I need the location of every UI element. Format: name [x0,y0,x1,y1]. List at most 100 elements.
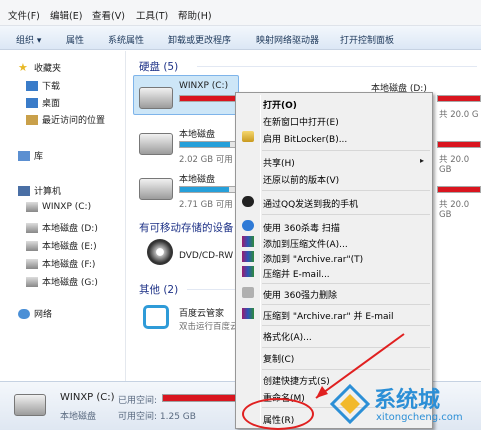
menu-separator [262,214,430,215]
menu-gutter [260,95,261,426]
nav-recent[interactable]: 最近访问的位置 [26,113,105,126]
menu-edit[interactable]: 编辑(E) [50,8,82,22]
removable-group-header[interactable]: 有可移动存储的设备 [139,220,234,235]
star-icon: ★ [18,60,28,74]
menu-separator [262,304,430,305]
properties-button[interactable]: 属性 [66,33,84,46]
menu-file[interactable]: 文件(F) [8,8,40,22]
menu-separator [262,150,430,151]
system-properties-button[interactable]: 系统属性 [108,33,144,46]
menu-open-new-window[interactable]: 在新窗口中打开(E) [263,115,339,128]
nav-desktop[interactable]: 桌面 [26,96,60,109]
group-divider [197,66,477,67]
menu-copy[interactable]: 复制(C) [263,352,294,365]
control-panel-button[interactable]: 打开控制面板 [340,33,394,46]
details-used-label: 已用空间: [118,396,158,406]
drive-3-usage-bar [179,141,237,148]
drive-d-usage-bar [437,95,481,102]
menu-open[interactable]: 打开(O) [263,98,297,111]
hdd-group-header[interactable]: 硬盘 (5) [139,59,178,74]
winrar-icon [242,251,254,262]
nav-favorites[interactable]: ★ 收藏夹 [18,60,61,75]
baidu-cloud-icon [143,305,169,329]
nav-drive-e[interactable]: 本地磁盘 (E:) [26,239,97,252]
watermark-text: 系统城 [374,388,441,413]
watermark-url: xitongcheng.com [376,412,463,423]
nav-drive-d[interactable]: 本地磁盘 (D:) [26,221,98,234]
nav-computer[interactable]: 计算机 [18,184,61,197]
details-usage-bar [162,394,236,402]
nav-drive-c[interactable]: WINXP (C:) [26,202,91,212]
menu-help[interactable]: 帮助(H) [178,8,212,22]
map-drive-button[interactable]: 映射网络驱动器 [256,33,319,46]
bitlocker-shield-icon [242,131,254,142]
drive-icon [26,258,38,269]
dvd-drive-icon [147,239,173,265]
drive-usage-bar [437,186,481,193]
drive-3-free: 2.02 GB 可用 [179,155,233,165]
drive-icon [139,178,173,200]
drive-c-name: WINXP (C:) [179,81,229,91]
library-icon [18,150,30,161]
recent-places-icon [26,114,38,125]
other-group-header[interactable]: 其他 (2) [139,282,178,297]
drive-c-usage-bar [179,95,237,102]
360-antivirus-icon [242,220,254,231]
menu-360-delete[interactable]: 使用 360强力删除 [263,288,337,301]
drive-free-right: 共 20.0 GB [439,155,470,175]
uninstall-button[interactable]: 卸载或更改程序 [168,33,231,46]
menu-view[interactable]: 查看(V) [92,8,125,22]
nav-downloads[interactable]: 下载 [26,79,60,92]
drive-icon [139,133,173,155]
drive-usage-bar [437,141,481,148]
details-free-space: 可用空间: 1.25 GB [118,412,196,422]
drive-4-usage-bar [179,186,237,193]
menu-add-archive[interactable]: 添加到压缩文件(A)... [263,237,348,250]
details-drive-name: WINXP (C:) [60,392,115,403]
menu-compress-rar-email[interactable]: 压缩到 "Archive.rar" 并 E-mail [263,309,394,322]
desktop-icon [26,97,38,108]
computer-icon [18,185,30,196]
nav-network[interactable]: 网络 [18,307,52,320]
shredder-icon [242,287,254,298]
group-divider [187,289,235,290]
baidu-cloud-name[interactable]: 百度云管家 [179,306,224,319]
nav-library[interactable]: 库 [18,149,43,162]
nav-drive-g[interactable]: 本地磁盘 (G:) [26,275,98,288]
menu-360-scan[interactable]: 使用 360杀毒 扫描 [263,221,340,234]
watermark: 系统城 xitongcheng.com [326,380,481,430]
drive-4-name[interactable]: 本地磁盘 [179,172,215,185]
menu-separator [262,190,430,191]
watermark-logo-icon [330,384,370,424]
drive-d-free: 共 20.0 G [439,110,479,120]
menu-restore-versions[interactable]: 还原以前的版本(V) [263,173,339,186]
menu-bar: 文件(F) 编辑(E) 查看(V) 工具(T) 帮助(H) [0,0,481,26]
baidu-cloud-desc: 双击运行百度云 [179,322,239,332]
windows-drive-icon [139,87,173,109]
organize-button[interactable]: 组织 ▾ [16,33,41,46]
menu-separator [262,283,430,284]
drive-icon [26,240,38,251]
submenu-arrow-icon: ▸ [420,156,425,165]
windows-drive-icon [14,394,46,416]
windows-drive-icon [26,202,38,212]
drive-3-name[interactable]: 本地磁盘 [179,127,215,140]
menu-add-archive-rar[interactable]: 添加到 "Archive.rar"(T) [263,252,363,265]
menu-tools[interactable]: 工具(T) [136,8,168,22]
folder-icon [26,80,38,91]
winrar-icon [242,266,254,277]
drive-free-right: 共 20.0 GB [439,200,470,220]
qq-penguin-icon [242,196,254,207]
menu-bitlocker[interactable]: 启用 BitLocker(B)... [263,132,347,145]
menu-share[interactable]: 共享(H) [263,156,295,169]
nav-drive-f[interactable]: 本地磁盘 (F:) [26,257,95,270]
menu-qq-send[interactable]: 通过QQ发送到我的手机 [263,197,358,210]
menu-separator [262,325,430,326]
drive-icon [26,222,38,233]
network-icon [18,308,30,319]
command-bar: 组织 ▾ 属性 系统属性 卸载或更改程序 映射网络驱动器 打开控制面板 [0,26,481,50]
drive-4-free: 2.71 GB 可用 [179,200,233,210]
dvd-drive-name[interactable]: DVD/CD-RW [179,251,233,261]
menu-compress-email[interactable]: 压缩并 E-mail... [263,267,330,280]
details-drive-type: 本地磁盘 [60,412,97,422]
